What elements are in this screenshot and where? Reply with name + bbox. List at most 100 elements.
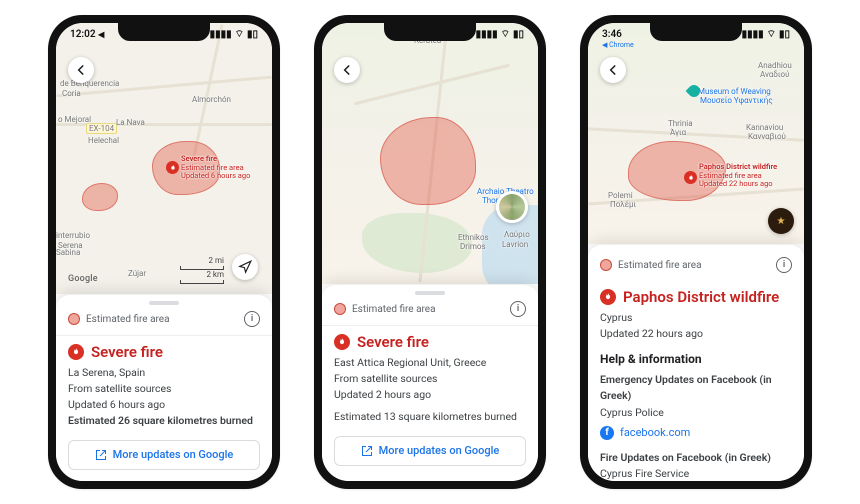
bottom-sheet[interactable]: Estimated fire area i Severe fire La Ser… — [56, 294, 272, 481]
legend-info-button[interactable]: i — [776, 257, 792, 273]
open-in-new-icon — [95, 449, 107, 461]
map-place-label: Thrinia — [668, 119, 693, 128]
chevron-left-icon — [74, 63, 88, 77]
legend-label: Estimated fire area — [86, 314, 170, 325]
map-greenpatch — [362, 213, 472, 273]
map-view[interactable]: de Benquerencia Coria Almorchón o Mejora… — [56, 23, 272, 294]
back-button[interactable] — [334, 57, 360, 83]
chevron-left-icon — [340, 63, 354, 77]
map-place-label: Κανναβιού — [748, 132, 786, 141]
legend-info-button[interactable]: i — [244, 311, 260, 327]
map-view[interactable]: Κερατέα Keratea Archaio Theatro Thorikou… — [322, 23, 538, 284]
fire-marker-icon[interactable] — [166, 161, 179, 174]
notch — [650, 23, 742, 41]
map-poi-label[interactable]: Museum of Weaving — [698, 87, 771, 96]
map-poi-label[interactable]: Μουσείο Υφαντικής — [700, 96, 773, 105]
divider — [322, 325, 538, 326]
battery-icon: ▮▯ — [513, 29, 524, 40]
map-place-label: Coria — [62, 89, 81, 98]
map-place-label: Αναδιού — [760, 70, 789, 79]
divider — [56, 335, 272, 336]
screen: ▮▮▮▮ ⌔ ▮▯ Κερατέα Keratea Archaio Theatr… — [322, 23, 538, 481]
map-road-shield: EX-104 — [86, 123, 117, 134]
map-place-label: Polemi — [608, 191, 633, 200]
more-updates-button[interactable]: More updates on Google — [68, 440, 260, 470]
recenter-button[interactable] — [232, 254, 258, 280]
alert-meta: La Serena, Spain From satellite sources … — [68, 365, 260, 430]
map-place-label: Helechal — [88, 136, 119, 145]
alert-meta: East Attica Regional Unit, Greece From s… — [334, 355, 526, 426]
fire-legend-row: Estimated fire area i — [56, 309, 272, 335]
battery-icon: ▮▯ — [779, 29, 790, 40]
map-layers-button[interactable]: ★ — [768, 208, 794, 234]
back-button[interactable] — [600, 57, 626, 83]
alert-title: Paphos District wildfire — [623, 289, 779, 306]
alert-meta: Cyprus Updated 22 hours ago — [600, 310, 792, 343]
map-place-label: interrubio — [56, 231, 90, 240]
screen: 12:02 ◀ ▮▮▮▮ ⌔ ▮▯ de Benquerencia Coria … — [56, 23, 272, 481]
map-place-label: Πολέμι — [610, 200, 636, 209]
wifi-icon: ⌔ — [767, 28, 776, 41]
map-place-label: Ethnikos — [458, 233, 489, 242]
map-place-label: Drimos — [460, 242, 486, 251]
sheet-drag-handle[interactable] — [415, 291, 445, 295]
back-button[interactable] — [68, 57, 94, 83]
alert-title: Severe fire — [91, 344, 163, 361]
back-to-app-link[interactable]: ◀ Chrome — [602, 41, 634, 49]
map-layers-button[interactable] — [496, 191, 528, 223]
map-place-label: Άγια — [670, 128, 686, 137]
map-place-label: Λαύριο — [504, 230, 530, 239]
help-item: Fire Updates on Facebook (in Greek) Cypr… — [600, 450, 792, 481]
map-view[interactable]: Χρυσοχούς Anadhiou Αναδιού Museum of Wea… — [588, 23, 804, 244]
signal-icon: ▮▮▮▮ — [476, 29, 498, 40]
open-in-new-icon — [361, 445, 373, 457]
status-time: 12:02 ◀ — [70, 29, 104, 40]
help-item: Emergency Updates on Facebook (in Greek)… — [600, 372, 792, 421]
bottom-sheet[interactable]: Estimated fire area i Severe fire East A… — [322, 284, 538, 481]
fire-area-polygon — [82, 183, 118, 211]
location-arrow-icon: ◀ — [98, 30, 104, 39]
fire-icon — [600, 289, 616, 305]
fire-area-swatch-icon — [334, 303, 346, 315]
help-heading: Help & information — [600, 352, 792, 366]
fire-map-label: Paphos District wildfire Estimated fire … — [699, 163, 777, 189]
alert-title: Severe fire — [357, 334, 429, 351]
phone-mockup: 3:46 ▮▮▮▮ ⌔ ▮▯ ◀ Chrome Χρυσοχούς Anadhi… — [580, 15, 812, 489]
fire-area-swatch-icon — [600, 259, 612, 271]
legend-info-button[interactable]: i — [510, 301, 526, 317]
map-scale: 2 mi 2 km — [180, 256, 224, 284]
status-time: 3:46 — [602, 29, 622, 40]
signal-icon: ▮▮▮▮ — [210, 29, 232, 40]
map-place-label: Anadhiou — [758, 61, 792, 70]
bottom-sheet[interactable]: Estimated fire area i Paphos District wi… — [588, 244, 804, 481]
chevron-left-icon — [606, 63, 620, 77]
map-road — [354, 64, 510, 106]
fire-legend-row: Estimated fire area i — [588, 255, 804, 281]
signal-icon: ▮▮▮▮ — [742, 29, 764, 40]
map-place-label: Zújar — [128, 269, 146, 278]
battery-icon: ▮▯ — [247, 29, 258, 40]
wifi-icon: ⌔ — [501, 28, 510, 41]
map-place-label: Almorchón — [192, 95, 231, 104]
legend-label: Estimated fire area — [618, 260, 702, 271]
facebook-icon: f — [600, 426, 614, 440]
phone-mockup: ▮▮▮▮ ⌔ ▮▯ Κερατέα Keratea Archaio Theatr… — [314, 15, 546, 489]
legend-label: Estimated fire area — [352, 304, 436, 315]
fire-area-polygon — [380, 117, 476, 205]
screen: 3:46 ▮▮▮▮ ⌔ ▮▯ ◀ Chrome Χρυσοχούς Anadhi… — [588, 23, 804, 481]
more-updates-button[interactable]: More updates on Google — [334, 436, 526, 466]
fire-marker-icon[interactable] — [684, 171, 697, 184]
help-item-link[interactable]: f facebook.com — [600, 426, 792, 440]
map-attribution: Google — [68, 274, 98, 284]
notch — [384, 23, 476, 41]
fire-icon — [334, 334, 350, 350]
map-place-label: de Benquerencia — [60, 79, 119, 88]
wifi-icon: ⌔ — [235, 28, 244, 41]
navigation-icon — [238, 260, 252, 274]
notch — [118, 23, 210, 41]
map-place-label: Kannaviou — [746, 123, 783, 132]
map-place-label: La Nava — [116, 118, 145, 127]
fire-legend-row: Estimated fire area i — [322, 299, 538, 325]
sheet-drag-handle[interactable] — [149, 301, 179, 305]
fire-area-swatch-icon — [68, 313, 80, 325]
